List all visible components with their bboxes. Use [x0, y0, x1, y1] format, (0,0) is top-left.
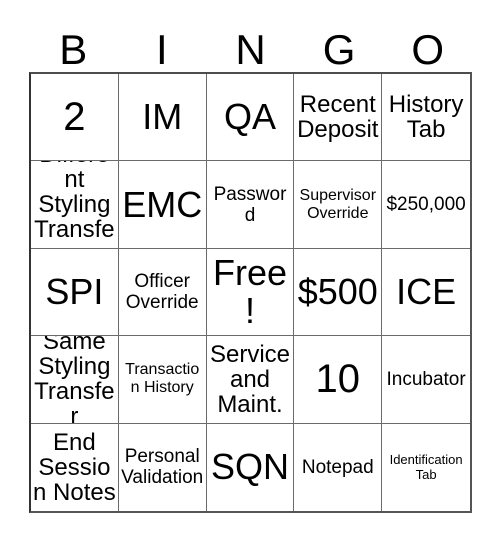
bingo-cell[interactable]: 2: [31, 74, 119, 162]
bingo-cell-label: $500: [297, 270, 378, 312]
bingo-cell[interactable]: SQN: [206, 423, 295, 511]
bingo-cell-label: SQN: [210, 446, 289, 488]
bingo-cell-label: History Tab: [388, 91, 464, 144]
bingo-cell[interactable]: EMC: [118, 161, 207, 249]
bingo-cell-label: End Session Notes: [33, 428, 116, 506]
bingo-cell[interactable]: IM: [118, 74, 207, 162]
bingo-cell[interactable]: Officer Override: [118, 248, 207, 337]
bingo-cell[interactable]: Password: [206, 161, 295, 249]
bingo-cell-label: Personal Validation: [121, 446, 204, 489]
bingo-cell-label: 10: [315, 357, 361, 402]
bingo-cell[interactable]: 10: [294, 336, 383, 424]
bingo-cell-label: Password: [213, 183, 287, 226]
header-letter-g: G: [322, 26, 356, 73]
bingo-header-row: B I N G O: [29, 18, 472, 72]
bingo-cell[interactable]: Different Styling Transfer: [31, 161, 119, 249]
bingo-cell-label: QA: [223, 96, 276, 138]
bingo-cell-free-space[interactable]: Free!: [206, 248, 295, 337]
bingo-cell[interactable]: ICE: [382, 248, 470, 337]
header-letter-i: I: [156, 26, 168, 73]
bingo-cell[interactable]: Personal Validation: [118, 423, 207, 511]
bingo-cell-label: $250,000: [386, 194, 466, 216]
bingo-cell[interactable]: Incubator: [382, 336, 470, 424]
bingo-cell[interactable]: Service and Maint.: [206, 336, 295, 424]
bingo-grid: 2 IM QA Recent DepositHistory Tab Different …: [29, 72, 472, 513]
bingo-cell[interactable]: $500: [294, 248, 383, 337]
bingo-cell-label: SPI: [45, 270, 104, 312]
bingo-cell[interactable]: Same Styling Transfer: [31, 336, 119, 424]
bingo-cell-label: Notepad: [301, 456, 374, 478]
bingo-cell[interactable]: End Session Notes: [31, 423, 119, 511]
bingo-cell-label: Incubator: [386, 368, 466, 390]
bingo-cell-label: Officer Override: [125, 270, 199, 313]
bingo-cell-label: Service and Maint.: [209, 340, 290, 418]
header-letter-n: N: [235, 26, 266, 73]
bingo-cell-label: Free!: [212, 251, 287, 331]
bingo-cell[interactable]: Notepad: [294, 423, 383, 511]
bingo-cell[interactable]: SPI: [31, 248, 119, 337]
bingo-cell-label: Identification Tab: [389, 452, 463, 483]
bingo-cell[interactable]: Recent Deposit: [294, 74, 383, 162]
bingo-cell-label: Transaction History: [125, 361, 200, 397]
bingo-cell-label: IM: [142, 96, 183, 138]
bingo-cell-label: ICE: [396, 270, 457, 312]
header-letter-b: B: [59, 26, 88, 73]
bingo-cell-label: EMC: [122, 183, 203, 225]
bingo-cell[interactable]: Identification Tab: [382, 423, 470, 511]
bingo-cell-label: Different Styling Transfer: [34, 161, 115, 247]
bingo-cell-label: Recent Deposit: [297, 91, 379, 144]
bingo-cell[interactable]: Supervisor Override: [294, 161, 383, 249]
bingo-cell[interactable]: Transaction History: [118, 336, 207, 424]
bingo-cell[interactable]: QA: [206, 74, 295, 162]
bingo-cell[interactable]: History Tab: [382, 74, 470, 162]
header-letter-o: O: [411, 26, 444, 73]
bingo-cell-label: 2: [63, 95, 86, 140]
bingo-cell[interactable]: $250,000: [382, 161, 470, 249]
bingo-cell-label: Same Styling Transfer: [34, 336, 115, 424]
bingo-card: B I N G O 2 IM QA Recent Deposit History Tab…: [0, 0, 500, 544]
bingo-cell-label: Supervisor Override: [299, 186, 377, 222]
